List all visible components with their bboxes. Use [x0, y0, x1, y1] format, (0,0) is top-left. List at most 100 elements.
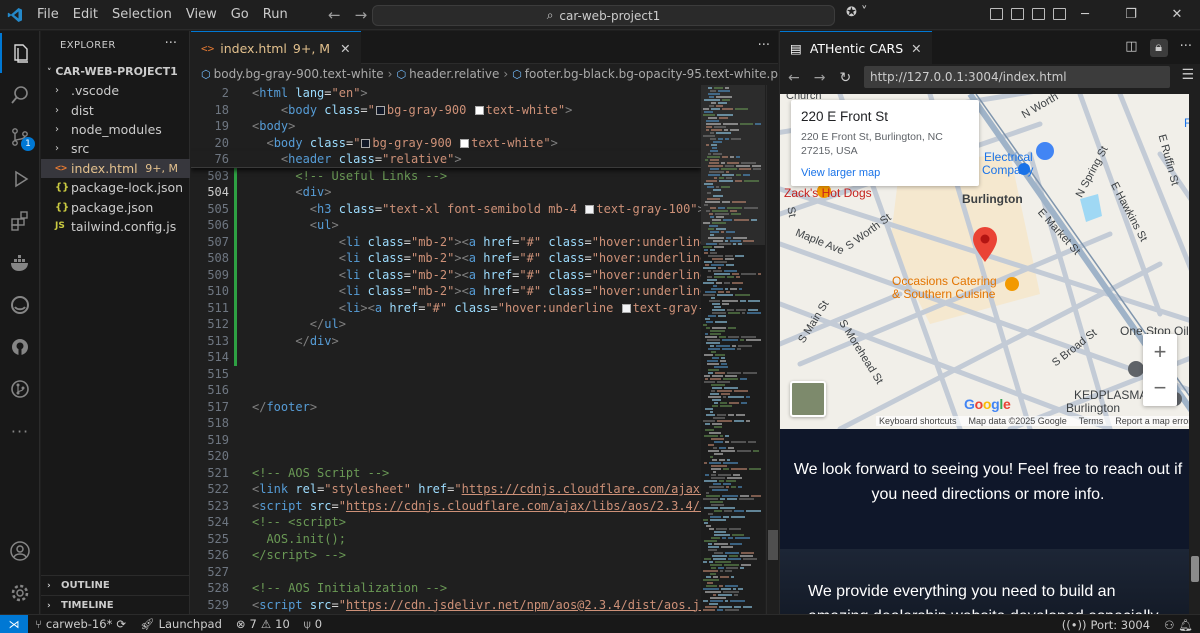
- browser-scrollbar[interactable]: [1189, 94, 1200, 614]
- menu-icon[interactable]: ☰: [1181, 67, 1194, 83]
- tree-item-package-json[interactable]: {} package.json: [41, 197, 190, 216]
- project-root[interactable]: ˅ CAR-WEB-PROJECT1: [47, 65, 178, 78]
- more-actions-icon[interactable]: ···: [758, 38, 770, 53]
- restore-icon[interactable]: ❐: [1108, 0, 1154, 30]
- git-gutter-modified[interactable]: [234, 349, 237, 366]
- manage-gear-icon[interactable]: [0, 573, 40, 613]
- tree-item-src[interactable]: › src: [41, 139, 190, 158]
- google-map[interactable]: 220 E Front St 220 E Front St, Burlingto…: [780, 94, 1189, 429]
- code-line[interactable]: 524 <!-- <script>: [191, 514, 701, 531]
- tree-item-vscode[interactable]: › .vscode: [41, 81, 190, 100]
- tab-index-html[interactable]: <> index.html 9+, M ✕: [191, 31, 361, 64]
- code-line[interactable]: 511 <li><a href="#" class="hover:underli…: [191, 299, 701, 316]
- code-line[interactable]: 525 AOS.init();: [191, 531, 701, 548]
- git-graph-icon[interactable]: [0, 369, 40, 409]
- tree-item-index-html[interactable]: <> index.html 9+, M: [41, 158, 190, 178]
- split-editor-icon[interactable]: ◫: [1125, 39, 1137, 57]
- code-line[interactable]: 20 <body class=" bg-gray-900 text-white">: [191, 134, 701, 151]
- lock-icon[interactable]: 🔒︎: [1149, 39, 1168, 57]
- code-line[interactable]: 503 <!-- Useful Links -->: [191, 167, 701, 184]
- git-gutter-modified[interactable]: [234, 266, 237, 283]
- close-icon[interactable]: ✕: [1154, 0, 1200, 30]
- editor-scrollbar[interactable]: [766, 85, 778, 614]
- minimize-icon[interactable]: ─: [1062, 0, 1108, 30]
- explorer-icon[interactable]: [0, 33, 40, 73]
- menu-run[interactable]: Run: [256, 0, 295, 30]
- git-gutter-modified[interactable]: [234, 167, 237, 184]
- code-line[interactable]: 520: [191, 448, 701, 465]
- satellite-toggle[interactable]: [790, 381, 826, 417]
- code-line[interactable]: 506 <ul>: [191, 217, 701, 234]
- scrollbar-thumb[interactable]: [768, 530, 778, 560]
- tab-athentic-cars[interactable]: ▤ ATHentic CARS ✕: [780, 31, 932, 64]
- code-line[interactable]: 516: [191, 382, 701, 399]
- code-line[interactable]: 521 <!-- AOS Script -->: [191, 465, 701, 482]
- remote-indicator-icon[interactable]: ⋊: [0, 614, 28, 633]
- git-gutter-modified[interactable]: [234, 299, 237, 316]
- code-line[interactable]: 513 </div>: [191, 332, 701, 349]
- menu-selection[interactable]: Selection: [105, 0, 179, 30]
- code-line[interactable]: 527: [191, 564, 701, 581]
- more-icon[interactable]: ···: [0, 411, 40, 451]
- address-bar[interactable]: http://127.0.0.1:3004/index.html: [864, 66, 1170, 88]
- code-line[interactable]: 510 <li class="mb-2"><a href="#" class="…: [191, 283, 701, 300]
- report-error-link[interactable]: Report a map error: [1115, 416, 1189, 426]
- code-line[interactable]: 529 <script src="https://cdn.jsdelivr.net…: [191, 597, 701, 614]
- git-gutter-modified[interactable]: [234, 316, 237, 333]
- code-line[interactable]: 508 <li class="mb-2"><a href="#" class="…: [191, 250, 701, 267]
- tree-item-package-lock[interactable]: {} package-lock.json: [41, 178, 190, 197]
- keyboard-shortcuts-link[interactable]: Keyboard shortcuts: [879, 416, 957, 426]
- ports-indicator[interactable]: ⍦ 0: [297, 617, 329, 632]
- code-line[interactable]: 515: [191, 366, 701, 383]
- menu-file[interactable]: File: [30, 0, 66, 30]
- menu-view[interactable]: View: [179, 0, 224, 30]
- toggle-sidebar-icon[interactable]: [1011, 8, 1024, 20]
- code-line[interactable]: 509 <li class="mb-2"><a href="#" class="…: [191, 266, 701, 283]
- minimap[interactable]: [701, 85, 765, 614]
- code-line[interactable]: 522 <link rel="stylesheet" href="https://…: [191, 481, 701, 498]
- close-tab-icon[interactable]: ✕: [911, 41, 921, 56]
- zoom-out-button[interactable]: −: [1143, 370, 1177, 406]
- code-line[interactable]: 512 </ul>: [191, 316, 701, 333]
- tree-item-dist[interactable]: › dist: [41, 100, 190, 119]
- menu-edit[interactable]: Edit: [66, 0, 105, 30]
- breadcrumb-item[interactable]: header.relative: [409, 67, 499, 81]
- close-tab-icon[interactable]: ✕: [340, 41, 350, 56]
- edge-browser-icon[interactable]: [0, 285, 40, 325]
- git-gutter-modified[interactable]: [234, 217, 237, 234]
- tree-item-node-modules[interactable]: › node_modules: [41, 120, 190, 139]
- git-gutter-modified[interactable]: [234, 233, 237, 250]
- zoom-in-button[interactable]: +: [1143, 334, 1177, 370]
- code-line[interactable]: 504 <div>: [191, 184, 701, 201]
- tree-item-tailwind-config[interactable]: JS tailwind.config.js: [41, 217, 190, 236]
- git-gutter-modified[interactable]: [234, 184, 237, 201]
- breadcrumb-item[interactable]: footer.bg-black.bg-opacity-95.text-white…: [525, 67, 778, 81]
- code-line[interactable]: 519: [191, 432, 701, 449]
- branch-indicator[interactable]: ⑂ carweb-16* ⟳: [28, 617, 133, 631]
- command-center[interactable]: ⌕ car-web-project1: [372, 5, 835, 26]
- code-line[interactable]: 19 <body>: [191, 118, 701, 135]
- notifications-button[interactable]: ⚇ 🔔︎: [1157, 618, 1200, 632]
- code-line[interactable]: 18 <body class=" bg-gray-900 text-white">: [191, 101, 701, 118]
- breadcrumb-item[interactable]: body.bg-gray-900.text-white: [214, 67, 384, 81]
- search-icon[interactable]: [0, 75, 40, 115]
- view-larger-map-link[interactable]: View larger map: [801, 167, 969, 179]
- forward-arrow-icon[interactable]: →: [814, 70, 826, 86]
- code-line[interactable]: 2 <html lang="en">: [191, 85, 701, 102]
- accounts-icon[interactable]: [0, 531, 40, 571]
- scrollbar-thumb[interactable]: [1191, 556, 1199, 582]
- git-gutter-modified[interactable]: [234, 283, 237, 300]
- code-line[interactable]: 76 <header class="relative">: [191, 151, 701, 168]
- github-icon[interactable]: [0, 327, 40, 367]
- code-line[interactable]: 523 <script src="https://cdnjs.cloudflare…: [191, 498, 701, 515]
- git-gutter-modified[interactable]: [234, 200, 237, 217]
- extensions-icon[interactable]: [0, 201, 40, 241]
- code-line[interactable]: 526 </script> -->: [191, 547, 701, 564]
- live-server-port[interactable]: ((•)) Port: 3004: [1055, 618, 1157, 632]
- code-line[interactable]: 528 <!-- AOS Initialization -->: [191, 580, 701, 597]
- terms-link[interactable]: Terms: [1079, 416, 1104, 426]
- more-actions-icon[interactable]: ···: [165, 36, 177, 51]
- git-gutter-modified[interactable]: [234, 332, 237, 349]
- launchpad-button[interactable]: 🚀︎ Launchpad: [133, 617, 229, 631]
- toggle-primary-sidebar-icon[interactable]: [990, 8, 1003, 20]
